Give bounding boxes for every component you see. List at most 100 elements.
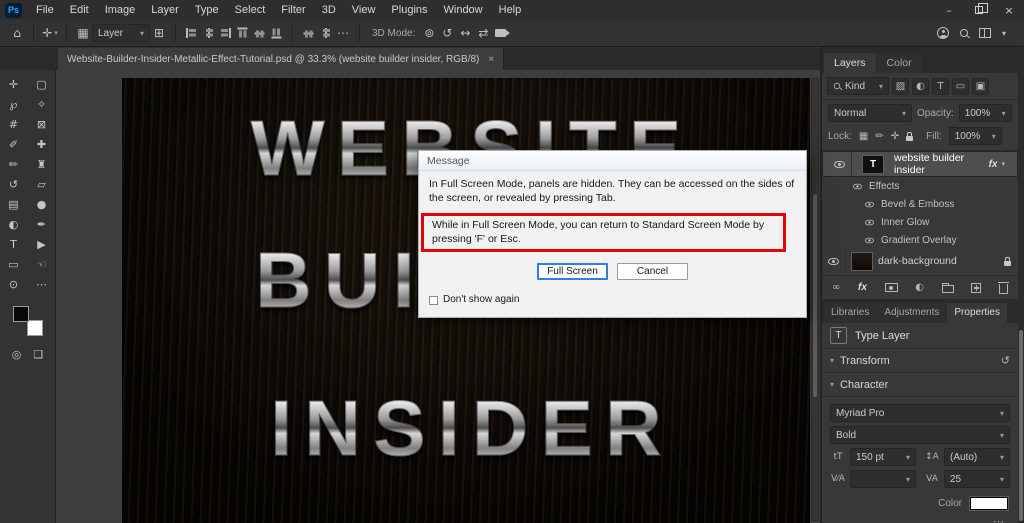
effect-row-gradient-overlay[interactable]: Gradient Overlay (822, 231, 1018, 249)
fill-input[interactable]: 100%▾ (949, 127, 1002, 145)
close-tab-icon[interactable]: × (488, 54, 494, 65)
scrollbar-thumb[interactable] (1019, 330, 1023, 521)
layer-row-dark-background[interactable]: dark-background (822, 249, 1018, 273)
visibility-eye-icon[interactable] (865, 219, 874, 225)
filter-pixel-layers-button[interactable]: ▨ (892, 78, 909, 95)
align-center-horizontal-button[interactable] (203, 28, 214, 38)
quick-selection-tool[interactable]: ✧ (28, 95, 56, 114)
add-adjustment-layer-button[interactable]: ◐ (915, 282, 924, 293)
3d-camera-icon[interactable] (495, 29, 506, 37)
filter-shape-layers-button[interactable]: ▭ (952, 78, 969, 95)
lock-position-button[interactable]: ✛ (891, 131, 899, 142)
close-button[interactable]: × (994, 0, 1024, 20)
kerning-input[interactable]: ▾ (850, 470, 916, 488)
brush-tool[interactable]: ✏ (0, 155, 28, 174)
tab-libraries[interactable]: Libraries (824, 303, 876, 323)
effects-row[interactable]: Effects (822, 177, 1018, 195)
frame-tool[interactable]: ⊠ (28, 115, 56, 134)
rectangle-tool[interactable]: ▭ (0, 255, 28, 274)
distribute-horizontal-button[interactable] (304, 28, 314, 39)
zoom-tool[interactable]: ⊙ (0, 275, 28, 294)
move-tool[interactable]: ✛ (0, 75, 28, 94)
visibility-eye-icon[interactable] (865, 201, 874, 207)
tracking-input[interactable]: 25▾ (944, 470, 1010, 488)
lock-image-pixels-button[interactable]: ✏ (875, 131, 883, 142)
quick-mask-button[interactable]: ◎ (12, 348, 22, 361)
tab-layers[interactable]: Layers (824, 53, 876, 73)
menu-item[interactable]: Type (187, 0, 227, 20)
3d-pan-button[interactable]: ↔ (456, 23, 474, 43)
opacity-input[interactable]: 100%▾ (959, 104, 1012, 122)
text-color-swatch[interactable] (970, 497, 1008, 510)
minimize-button[interactable]: – (934, 0, 964, 20)
layer-row-website-builder-insider[interactable]: T website builder insider fx ▾ (822, 151, 1018, 177)
3d-orbit-button[interactable]: ⊚ (420, 23, 438, 43)
history-brush-tool[interactable]: ↺ (0, 175, 28, 194)
effect-row-inner-glow[interactable]: Inner Glow (822, 213, 1018, 231)
delete-layer-button[interactable] (999, 284, 1008, 294)
menu-item[interactable]: 3D (314, 0, 344, 20)
blend-mode-dropdown[interactable]: Normal▾ (828, 104, 912, 122)
reset-transform-icon[interactable]: ↺ (1001, 354, 1010, 367)
character-section-header[interactable]: ▾ Character (822, 373, 1018, 397)
share-account-icon[interactable] (937, 27, 949, 39)
show-transform-controls-button[interactable]: ⊞ (150, 23, 168, 43)
tool-preset-button[interactable]: ✛▾ (41, 23, 59, 43)
full-screen-button[interactable]: Full Screen (537, 263, 608, 280)
text-layer-thumbnail[interactable]: T (862, 155, 884, 174)
transform-section-header[interactable]: ▾ Transform ↺ (822, 349, 1018, 373)
menu-item[interactable]: View (344, 0, 384, 20)
filter-smart-objects-button[interactable]: ▣ (972, 78, 989, 95)
leading-input[interactable]: (Auto)▾ (944, 448, 1010, 466)
edit-toolbar[interactable]: ⋯ (28, 275, 56, 294)
panel-vertical-scrollbar[interactable] (1018, 47, 1024, 523)
effect-row-bevel-emboss[interactable]: Bevel & Emboss (822, 195, 1018, 213)
lock-all-button[interactable] (906, 136, 913, 141)
menu-item[interactable]: File (28, 0, 62, 20)
filter-kind-dropdown[interactable]: Kind ▾ (827, 77, 889, 95)
eraser-tool[interactable]: ▱ (28, 175, 56, 194)
gradient-tool[interactable]: ▤ (0, 195, 28, 214)
align-center-vertical-button[interactable] (255, 28, 265, 39)
align-top-button[interactable] (238, 28, 248, 39)
blur-tool[interactable]: ● (28, 195, 56, 214)
menu-item[interactable]: Plugins (383, 0, 435, 20)
menu-item[interactable]: Help (491, 0, 530, 20)
font-size-input[interactable]: 150 pt▾ (850, 448, 916, 466)
layer-fx-badge[interactable]: fx (989, 159, 998, 170)
hand-tool[interactable]: ☜ (28, 255, 56, 274)
distribute-vertical-button[interactable] (320, 28, 331, 38)
more-options-icon[interactable]: ⋯ (993, 515, 1004, 523)
align-right-button[interactable] (220, 28, 231, 38)
background-color-swatch[interactable] (27, 320, 43, 336)
visibility-eye-icon[interactable] (834, 161, 845, 168)
menu-item[interactable]: Window (436, 0, 491, 20)
scrollbar-thumb[interactable] (813, 194, 817, 397)
restore-button[interactable] (964, 0, 994, 20)
workspace-icon[interactable] (979, 28, 991, 38)
marquee-tool[interactable]: ▢ (28, 75, 56, 94)
visibility-eye-icon[interactable] (865, 237, 874, 243)
image-layer-thumbnail[interactable] (851, 252, 873, 271)
canvas-vertical-scrollbar[interactable] (811, 78, 819, 521)
screen-mode-button[interactable]: ❏ (33, 348, 43, 361)
menu-item[interactable]: Edit (62, 0, 97, 20)
align-options-button[interactable]: ⋯ (334, 23, 352, 43)
tab-adjustments[interactable]: Adjustments (877, 303, 946, 323)
menu-item[interactable]: Image (97, 0, 144, 20)
filter-adjustment-layers-button[interactable]: ◐ (912, 78, 929, 95)
filter-type-layers-button[interactable]: T (932, 78, 949, 95)
3d-slide-button[interactable]: ⇄ (474, 23, 492, 43)
healing-brush-tool[interactable]: ✚ (28, 135, 56, 154)
menu-item[interactable]: Filter (273, 0, 313, 20)
visibility-eye-icon[interactable] (853, 183, 862, 189)
auto-select-icon[interactable]: ▦ (74, 23, 92, 43)
cancel-button[interactable]: Cancel (617, 263, 688, 280)
align-bottom-button[interactable] (272, 28, 282, 39)
new-group-button[interactable] (942, 285, 954, 293)
3d-roll-button[interactable]: ↺ (438, 23, 456, 43)
menu-item[interactable]: Select (227, 0, 274, 20)
font-family-dropdown[interactable]: Myriad Pro▾ (830, 404, 1010, 422)
home-button[interactable]: ⌂ (8, 23, 26, 43)
font-style-dropdown[interactable]: Bold▾ (830, 426, 1010, 444)
